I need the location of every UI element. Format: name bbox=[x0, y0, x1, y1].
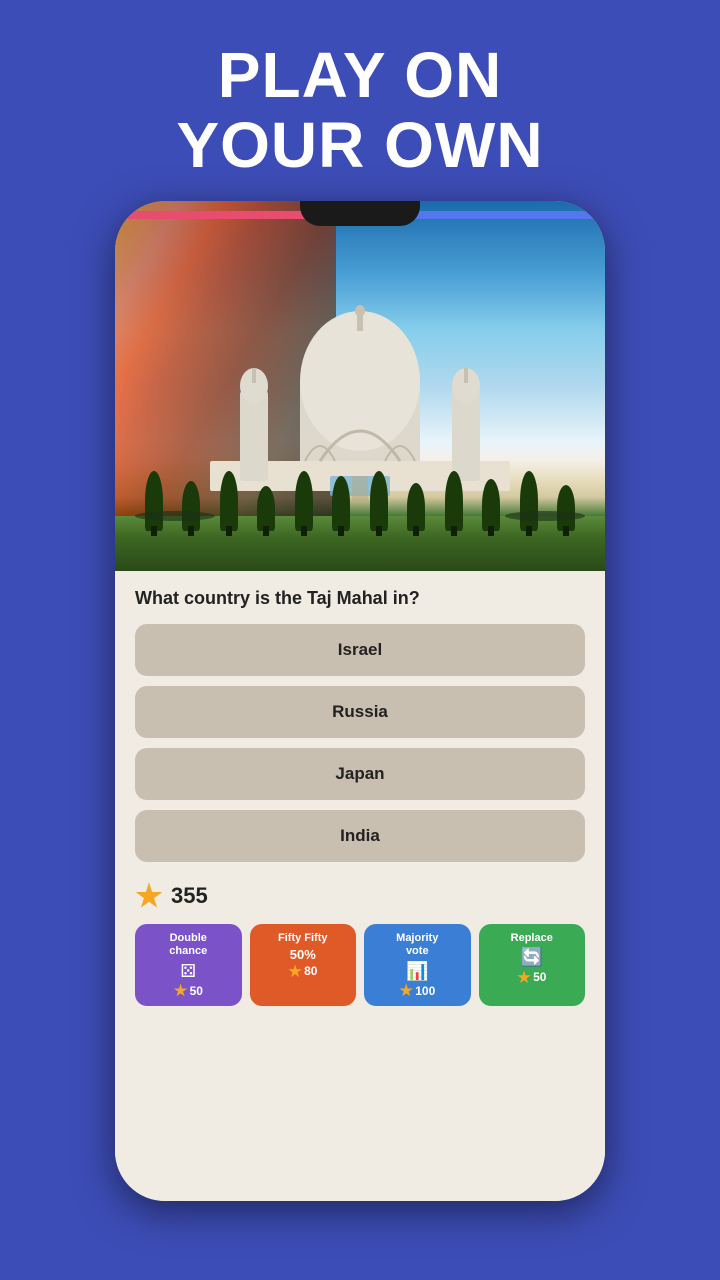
score-value: 355 bbox=[171, 883, 208, 909]
fifty-fifty-button[interactable]: Fifty Fifty 50% 80 bbox=[250, 924, 357, 1005]
fifty-fifty-icon: 50% bbox=[290, 947, 316, 962]
double-chance-button[interactable]: Doublechance ⚄ 50 bbox=[135, 924, 242, 1005]
phone-notch bbox=[300, 201, 420, 226]
answer-india[interactable]: India bbox=[135, 810, 585, 862]
majority-vote-cost: 100 bbox=[399, 984, 435, 998]
majority-vote-cost-val: 100 bbox=[415, 984, 435, 998]
fifty-fifty-cost-val: 80 bbox=[304, 964, 317, 978]
star-icon bbox=[135, 882, 163, 910]
fifty-fifty-cost: 80 bbox=[288, 964, 317, 978]
replace-button[interactable]: Replace 🔄 50 bbox=[479, 924, 586, 1005]
question-text: What country is the Taj Mahal in? bbox=[135, 587, 585, 610]
replace-cost: 50 bbox=[517, 970, 546, 984]
powerups-row: Doublechance ⚄ 50 Fifty Fifty 50% 80 bbox=[135, 924, 585, 1005]
double-chance-label: Doublechance bbox=[169, 932, 207, 958]
phone-frame: What country is the Taj Mahal in? Israel… bbox=[115, 201, 605, 1201]
phone-inner: What country is the Taj Mahal in? Israel… bbox=[115, 201, 605, 1201]
quiz-content: What country is the Taj Mahal in? Israel… bbox=[115, 571, 605, 1201]
replace-cost-val: 50 bbox=[533, 970, 546, 984]
double-chance-cost: 50 bbox=[174, 984, 203, 998]
replace-label: Replace bbox=[511, 932, 553, 945]
replace-icon: 🔄 bbox=[521, 947, 543, 968]
score-row: 355 bbox=[135, 882, 585, 910]
majority-vote-button[interactable]: Majorityvote 📊 100 bbox=[364, 924, 471, 1005]
double-chance-cost-val: 50 bbox=[190, 984, 203, 998]
answer-russia[interactable]: Russia bbox=[135, 686, 585, 738]
double-chance-icon: ⚄ bbox=[180, 961, 196, 982]
fifty-fifty-label: Fifty Fifty bbox=[278, 932, 328, 945]
quiz-image bbox=[115, 201, 605, 571]
answer-israel[interactable]: Israel bbox=[135, 624, 585, 676]
majority-vote-icon: 📊 bbox=[406, 961, 428, 982]
majority-vote-label: Majorityvote bbox=[396, 932, 438, 958]
page-title: PLAY ON YOUR OWN bbox=[176, 40, 543, 181]
answer-japan[interactable]: Japan bbox=[135, 748, 585, 800]
